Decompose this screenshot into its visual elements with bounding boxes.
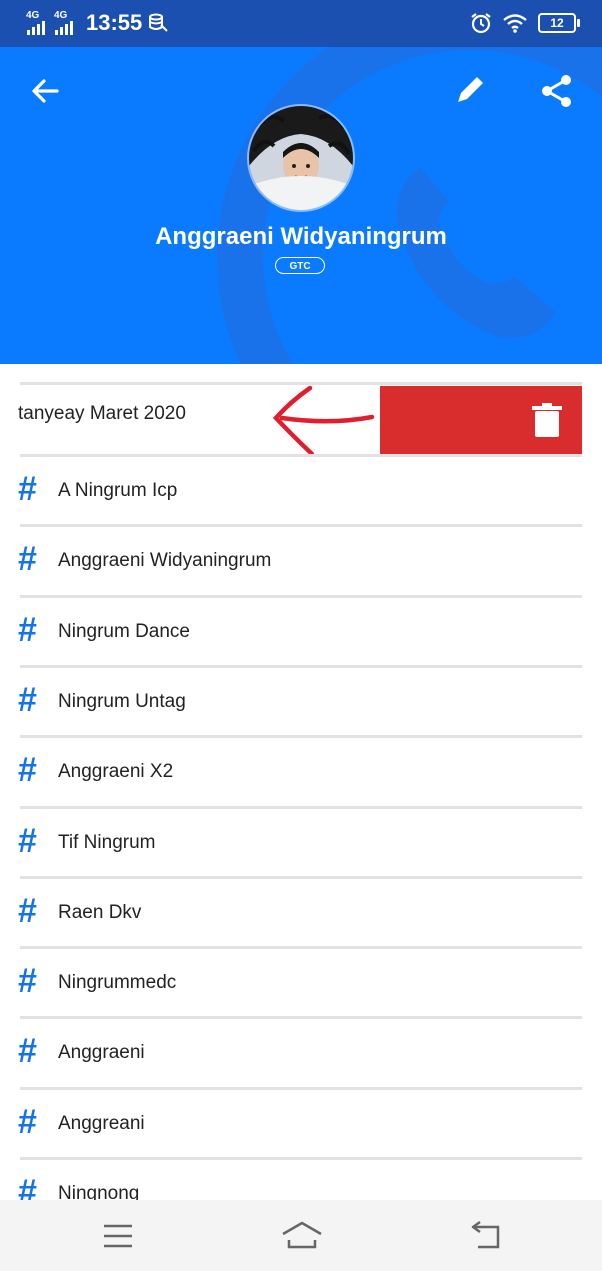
- list-item-label: Anggreani: [58, 1112, 145, 1134]
- hashtag-icon: #: [18, 1102, 37, 1141]
- list-item[interactable]: # Ningnong: [0, 1160, 602, 1200]
- edit-pencil-icon: [458, 77, 483, 102]
- hashtag-icon: #: [18, 751, 37, 790]
- data-saver-icon: [149, 13, 168, 32]
- list-item-label: Anggraeni: [58, 1042, 145, 1064]
- hashtag-icon: #: [18, 891, 37, 930]
- trash-icon: [532, 403, 562, 437]
- hashtag-icon: #: [18, 962, 37, 1001]
- hashtag-icon: #: [18, 1032, 37, 1071]
- list-item-label: Ningrum Dance: [58, 620, 190, 642]
- system-nav-bar: [0, 1200, 602, 1271]
- hashtag-icon: #: [18, 540, 37, 579]
- share-icon: [542, 75, 571, 107]
- list-item-label: Anggraeni X2: [58, 761, 174, 783]
- list-item-label: Ningrum Untag: [58, 690, 186, 712]
- signal-4g-2-icon: 4G: [54, 11, 76, 35]
- network-type-2: 4G: [54, 10, 68, 21]
- home-button[interactable]: [280, 1218, 324, 1254]
- status-time: 13:55: [86, 10, 143, 35]
- list-item[interactable]: # Anggraeni Widyaningrum: [0, 527, 602, 595]
- list-item[interactable]: # Tif Ningrum: [0, 809, 602, 877]
- hashtag-icon: #: [18, 610, 37, 649]
- name-tag-list: tanyeay Maret 2020 # A Ningrum Icp # Anggra…: [0, 364, 602, 1200]
- alarm-icon: [471, 13, 491, 34]
- list-item-label: Anggraeni Widyaningrum: [58, 550, 272, 572]
- status-bar: 4G 4G 13:55 12: [0, 0, 602, 47]
- list-item-label: Raen Dkv: [58, 901, 142, 923]
- list-item[interactable]: # A Ningrum Icp: [0, 457, 602, 525]
- profile-header: Anggraeni Widyaningrum GTC: [0, 47, 602, 364]
- battery-indicator: 12: [538, 13, 580, 33]
- network-type-1: 4G: [26, 10, 40, 21]
- list-item[interactable]: # Ningrum Untag: [0, 668, 602, 736]
- red-arrow-annotation: [272, 385, 375, 457]
- avatar-photo: [249, 106, 353, 210]
- list-item-label: Ningnong: [58, 1183, 140, 1200]
- delete-button[interactable]: [380, 386, 582, 454]
- list-item[interactable]: # Anggraeni X2: [0, 738, 602, 806]
- menu-icon: [104, 1224, 132, 1248]
- menu-button[interactable]: [98, 1218, 138, 1254]
- back-nav-button[interactable]: [466, 1218, 506, 1254]
- wifi-icon: [503, 14, 527, 33]
- hashtag-icon: #: [18, 1173, 37, 1200]
- list-item[interactable]: # Anggreani: [0, 1090, 602, 1158]
- hashtag-icon: #: [18, 821, 37, 860]
- profile-avatar[interactable]: [247, 104, 355, 212]
- back-arrow-icon: [32, 79, 59, 103]
- list-item[interactable]: # Ningrummedc: [0, 949, 602, 1017]
- edit-button[interactable]: [449, 67, 493, 111]
- profile-badge: GTC: [275, 257, 325, 274]
- profile-name: Anggraeni Widyaningrum: [155, 223, 447, 250]
- list-item-label: Ningrummedc: [58, 972, 177, 994]
- list-item-label: Tif Ningrum: [58, 831, 156, 853]
- list-item[interactable]: # Raen Dkv: [0, 879, 602, 947]
- signal-4g-1-icon: 4G: [26, 11, 48, 35]
- hashtag-icon: #: [18, 680, 37, 719]
- back-icon: [471, 1220, 500, 1249]
- list-item[interactable]: # Anggraeni: [0, 1019, 602, 1087]
- home-icon: [282, 1221, 322, 1249]
- hashtag-icon: #: [18, 470, 37, 508]
- list-item[interactable]: # Ningrum Dance: [0, 598, 602, 666]
- back-button[interactable]: [23, 69, 67, 113]
- list-item-label: A Ningrum Icp: [58, 480, 178, 501]
- share-button[interactable]: [535, 69, 579, 113]
